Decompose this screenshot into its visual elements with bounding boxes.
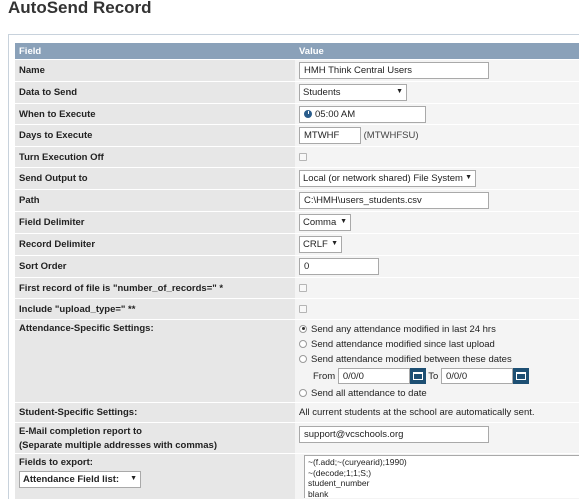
radio[interactable] [299,354,307,363]
data-to-send-select[interactable]: Students ▼ [299,84,407,101]
attendance-label: Attendance-Specific Settings: [15,319,295,403]
field-list-value: Attendance Field list: [23,474,120,485]
upload-type-label: Include "upload_type=" ** [15,298,295,320]
path-row: Path C:\HMH\users_students.csv [15,189,579,212]
email-label: E-Mail completion report to (Separate mu… [15,422,295,454]
days-row: Days to Execute MTWHF (MTWHFSU) [15,124,579,147]
email-label-line1: E-Mail completion report to [19,425,142,437]
fields-export-cell: Fields to export: Attendance Field list:… [15,453,295,500]
attendance-option-since-upload[interactable]: Send attendance modified since last uplo… [299,337,575,352]
chevron-down-icon: ▼ [465,174,472,181]
first-record-row: First record of file is "number_of_recor… [15,277,579,299]
email-row: E-Mail completion report to (Separate mu… [15,422,579,454]
path-label: Path [15,189,295,212]
radio[interactable] [299,339,307,348]
field-column-header: Field [15,43,295,60]
student-label: Student-Specific Settings: [15,402,295,423]
first-record-label: First record of file is "number_of_recor… [15,277,295,299]
from-label: From [313,370,336,382]
send-output-select[interactable]: Local (or network shared) File System ▼ [299,170,476,187]
name-input[interactable]: HMH Think Central Users [299,62,489,79]
data-to-send-value: Students [303,87,341,98]
autosend-record-table: Field Value Name HMH Think Central Users… [15,43,579,500]
time-input[interactable]: 05:00 AM [299,105,426,123]
time-value: 05:00 AM [315,108,356,120]
sort-order-input[interactable]: 0 [299,258,379,275]
path-input[interactable]: C:\HMH\users_students.csv [299,192,489,209]
fields-export-textarea[interactable]: ~(f.add;~(curyearid);1990) ~(decode;1;1;… [304,455,579,498]
from-date-input[interactable]: 0/0/0 [337,367,410,384]
send-output-label: Send Output to [15,167,295,190]
radio[interactable] [299,388,307,397]
field-list-select[interactable]: Attendance Field list: ▼ [19,471,141,488]
chevron-down-icon: ▼ [130,475,137,482]
days-input[interactable]: MTWHF [299,127,361,144]
name-label: Name [15,59,295,82]
chevron-down-icon: ▼ [340,218,347,225]
turn-off-label: Turn Execution Off [15,146,295,168]
send-output-row: Send Output to Local (or network shared)… [15,167,579,190]
attendance-option-between-dates[interactable]: Send attendance modified between these d… [299,352,575,367]
email-label-line2: (Separate multiple addresses with commas… [19,439,217,451]
to-date-input[interactable]: 0/0/0 [440,367,513,384]
record-delimiter-label: Record Delimiter [15,233,295,256]
field-delimiter-select[interactable]: Comma ▼ [299,214,351,231]
date-range: From 0/0/0 To 0/0/0 [299,367,575,386]
clock-icon [304,109,312,118]
when-row: When to Execute 05:00 AM [15,103,579,125]
field-delimiter-row: Field Delimiter Comma ▼ [15,211,579,234]
sort-order-label: Sort Order [15,255,295,278]
send-output-value: Local (or network shared) File System [303,173,463,184]
email-input[interactable]: support@vcschools.org [299,426,489,443]
export-field-line: ~(decode;1;1;S;) [308,467,372,478]
days-label: Days to Execute [15,124,295,147]
turn-off-checkbox[interactable] [299,152,307,161]
chevron-down-icon: ▼ [396,88,403,95]
fields-export-label: Fields to export: [19,457,93,468]
student-value: All current students at the school are a… [295,402,579,423]
attendance-row: Attendance-Specific Settings: Send any a… [15,319,579,403]
export-field-line: ~(f.add;~(curyearid);1990) [308,457,407,467]
when-label: When to Execute [15,103,295,125]
calendar-icon[interactable] [409,367,426,384]
radio-selected[interactable] [299,324,307,333]
data-to-send-label: Data to Send [15,81,295,104]
record-delimiter-row: Record Delimiter CRLF ▼ [15,233,579,256]
attendance-option-last-24h[interactable]: Send any attendance modified in last 24 … [299,322,575,337]
chevron-down-icon: ▼ [331,240,338,247]
page-title: AutoSend Record [8,0,152,17]
name-row: Name HMH Think Central Users [15,59,579,82]
record-delimiter-select[interactable]: CRLF ▼ [299,236,342,253]
field-delimiter-value: Comma [303,217,337,228]
upload-type-row: Include "upload_type=" ** [15,298,579,320]
export-field-line: blank [308,488,329,499]
student-row: Student-Specific Settings: All current s… [15,402,579,423]
days-hint: (MTWHFSU) [363,130,419,142]
first-record-checkbox[interactable] [299,283,307,292]
turn-off-row: Turn Execution Off [15,146,579,168]
export-field-line: student_number [308,478,370,488]
record-delimiter-value: CRLF [303,239,328,250]
to-label: To [428,370,439,382]
data-to-send-row: Data to Send Students ▼ [15,81,579,104]
value-column-header: Value [295,43,579,60]
sort-order-row: Sort Order 0 [15,255,579,278]
attendance-option-all[interactable]: Send all attendance to date [299,386,575,401]
calendar-icon[interactable] [512,367,529,384]
field-delimiter-label: Field Delimiter [15,211,295,234]
upload-type-checkbox[interactable] [299,304,307,313]
